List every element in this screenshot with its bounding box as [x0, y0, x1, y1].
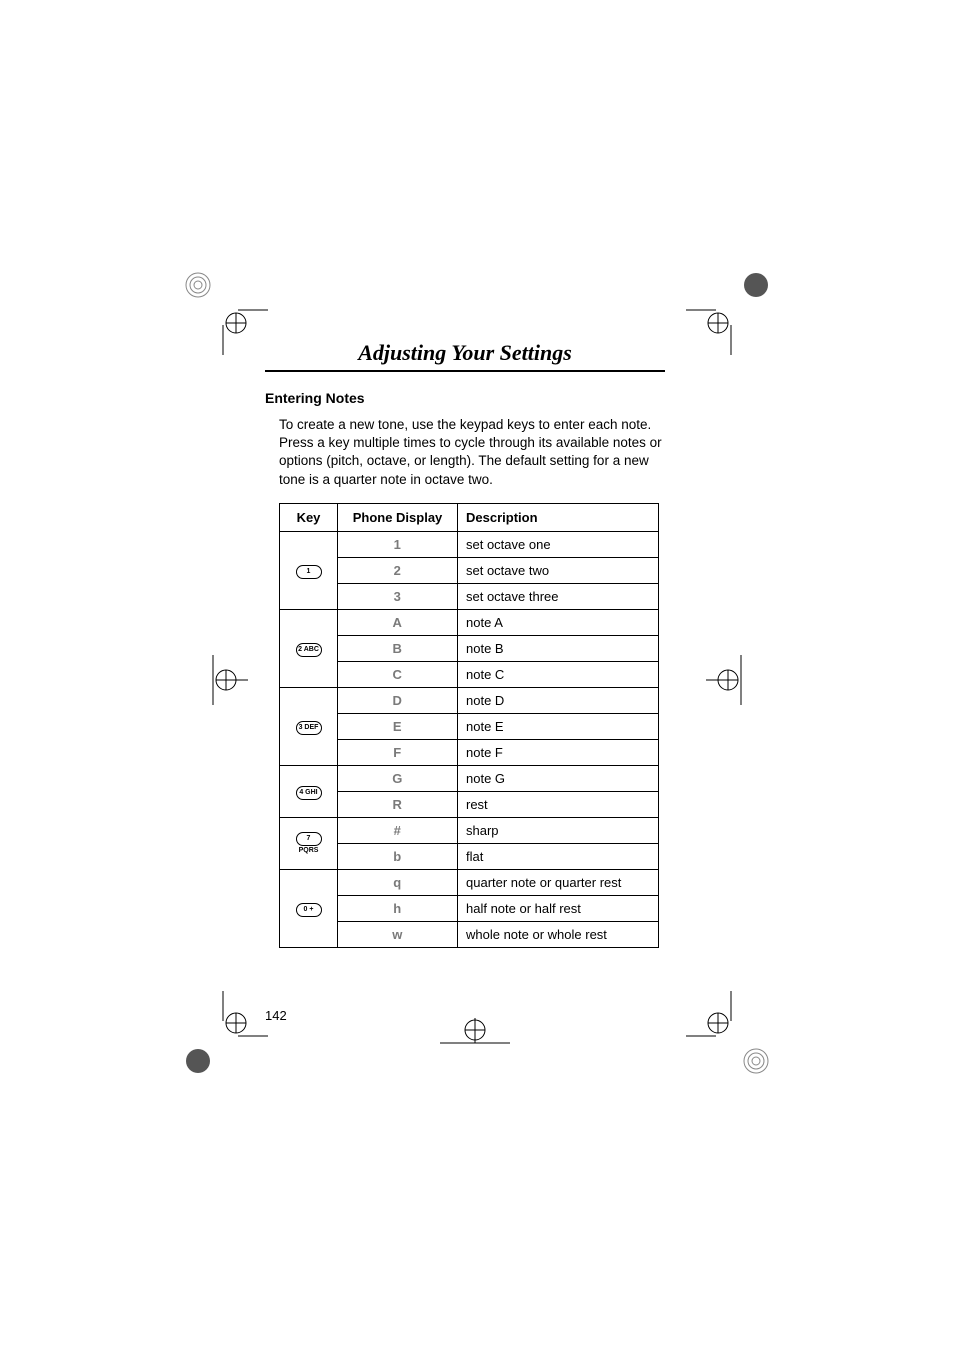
description-cell: note A — [458, 609, 659, 635]
key-cell: 0 + — [280, 869, 338, 947]
reg-mark-left — [178, 655, 248, 710]
header-display: Phone Display — [338, 503, 458, 531]
keypad-key-icon: 1 — [296, 565, 322, 579]
table-header-row: Key Phone Display Description — [280, 503, 659, 531]
table-row: 0 +qquarter note or quarter rest — [280, 869, 659, 895]
display-cell: F — [338, 739, 458, 765]
key-cell: 4 GHI — [280, 765, 338, 817]
reg-mark-right — [706, 655, 776, 710]
key-cell: 7 PQRS — [280, 817, 338, 869]
display-cell: q — [338, 869, 458, 895]
crop-mark-bottom-left — [178, 991, 268, 1086]
display-cell: E — [338, 713, 458, 739]
keypad-key-icon: 7 PQRS — [296, 832, 322, 846]
section-heading: Entering Notes — [265, 390, 665, 406]
description-cell: rest — [458, 791, 659, 817]
keypad-key-icon: 3 DEF — [296, 721, 322, 735]
display-cell: 2 — [338, 557, 458, 583]
display-cell: # — [338, 817, 458, 843]
table-row: 3 DEFDnote D — [280, 687, 659, 713]
notes-table: Key Phone Display Description 11set octa… — [279, 503, 659, 948]
description-cell: flat — [458, 843, 659, 869]
description-cell: note C — [458, 661, 659, 687]
chapter-title: Adjusting Your Settings — [265, 340, 665, 366]
key-cell: 3 DEF — [280, 687, 338, 765]
display-cell: C — [338, 661, 458, 687]
intro-paragraph: To create a new tone, use the keypad key… — [279, 416, 665, 489]
display-cell: b — [338, 843, 458, 869]
table-row: 11set octave one — [280, 531, 659, 557]
description-cell: quarter note or quarter rest — [458, 869, 659, 895]
display-cell: 3 — [338, 583, 458, 609]
header-key: Key — [280, 503, 338, 531]
crop-mark-bottom-right — [686, 991, 776, 1086]
description-cell: whole note or whole rest — [458, 921, 659, 947]
description-cell: sharp — [458, 817, 659, 843]
header-description: Description — [458, 503, 659, 531]
description-cell: set octave two — [458, 557, 659, 583]
page-number: 142 — [265, 1008, 287, 1023]
key-cell: 1 — [280, 531, 338, 609]
title-rule — [265, 370, 665, 372]
display-cell: D — [338, 687, 458, 713]
description-cell: half note or half rest — [458, 895, 659, 921]
description-cell: note D — [458, 687, 659, 713]
keypad-key-icon: 2 ABC — [296, 643, 322, 657]
description-cell: note E — [458, 713, 659, 739]
display-cell: G — [338, 765, 458, 791]
crop-mark-top-right — [686, 265, 776, 360]
display-cell: A — [338, 609, 458, 635]
description-cell: set octave three — [458, 583, 659, 609]
reg-mark-bottom — [440, 1018, 510, 1073]
display-cell: h — [338, 895, 458, 921]
page-content: Adjusting Your Settings Entering Notes T… — [265, 340, 665, 948]
description-cell: set octave one — [458, 531, 659, 557]
table-row: 7 PQRS #sharp — [280, 817, 659, 843]
display-cell: 1 — [338, 531, 458, 557]
keypad-key-icon: 4 GHI — [296, 786, 322, 800]
display-cell: R — [338, 791, 458, 817]
display-cell: B — [338, 635, 458, 661]
description-cell: note F — [458, 739, 659, 765]
keypad-key-icon: 0 + — [296, 903, 322, 917]
table-row: 4 GHIGnote G — [280, 765, 659, 791]
description-cell: note B — [458, 635, 659, 661]
description-cell: note G — [458, 765, 659, 791]
table-row: 2 ABCAnote A — [280, 609, 659, 635]
crop-mark-top-left — [178, 265, 268, 360]
key-cell: 2 ABC — [280, 609, 338, 687]
display-cell: w — [338, 921, 458, 947]
